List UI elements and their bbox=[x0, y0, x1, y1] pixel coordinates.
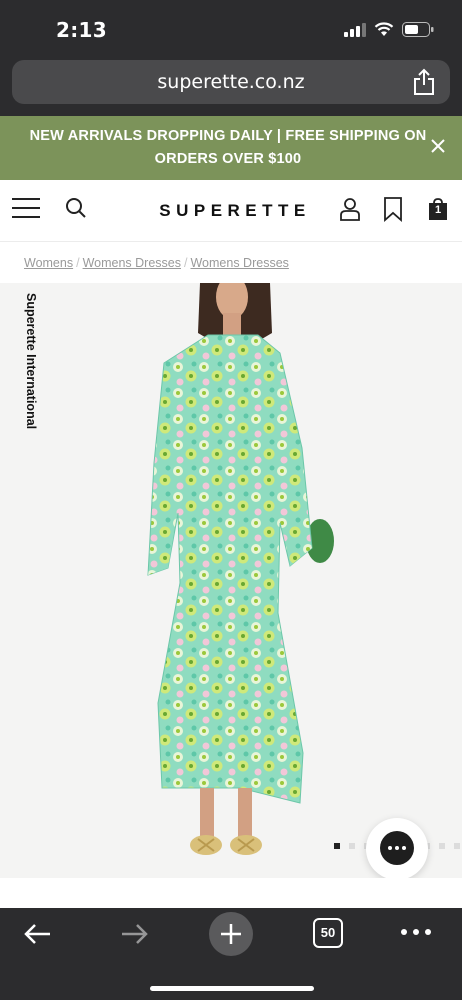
status-time: 2:13 bbox=[56, 18, 107, 42]
breadcrumb-link-womens[interactable]: Womens bbox=[24, 256, 73, 270]
more-icon[interactable] bbox=[400, 928, 432, 936]
carousel-dot[interactable] bbox=[454, 843, 460, 849]
tabs-button[interactable]: 50 bbox=[313, 918, 343, 948]
status-icons bbox=[344, 22, 434, 37]
wifi-icon bbox=[374, 22, 394, 36]
breadcrumb-separator: / bbox=[76, 256, 80, 270]
browser-toolbar: 50 bbox=[0, 908, 462, 1000]
forward-arrow-icon[interactable] bbox=[118, 920, 150, 948]
browser-address-area: superette.co.nz bbox=[0, 58, 462, 116]
carousel-dot[interactable] bbox=[439, 843, 445, 849]
url-text[interactable]: superette.co.nz bbox=[12, 71, 450, 93]
carousel-dot[interactable] bbox=[349, 843, 355, 849]
close-icon[interactable] bbox=[430, 138, 446, 154]
battery-icon bbox=[402, 22, 434, 37]
promo-banner: NEW ARRIVALS DROPPING DAILY | FREE SHIPP… bbox=[0, 116, 462, 180]
product-brand-label: Superette International bbox=[8, 293, 42, 429]
back-arrow-icon[interactable] bbox=[22, 920, 54, 948]
breadcrumb-link-womens-dresses[interactable]: Womens Dresses bbox=[83, 256, 181, 270]
promo-text: NEW ARRIVALS DROPPING DAILY | FREE SHIPP… bbox=[29, 128, 427, 167]
product-brand-text: Superette International bbox=[24, 293, 38, 430]
breadcrumb-link-womens-dresses-current[interactable]: Womens Dresses bbox=[190, 256, 288, 270]
new-tab-button[interactable] bbox=[209, 912, 253, 956]
wishlist-bookmark-icon[interactable] bbox=[382, 196, 404, 222]
product-image-gallery[interactable]: Superette International bbox=[0, 283, 462, 878]
chat-icon bbox=[380, 831, 414, 865]
cellular-signal-icon bbox=[344, 22, 366, 37]
status-bar: 2:13 bbox=[0, 0, 462, 58]
cart-count-badge: 1 bbox=[434, 204, 442, 216]
home-indicator bbox=[150, 986, 314, 991]
plus-icon bbox=[221, 924, 241, 944]
breadcrumb: Womens / Womens Dresses / Womens Dresses bbox=[0, 242, 462, 283]
site-header: SUPERETTE 1 bbox=[0, 180, 462, 242]
account-icon[interactable] bbox=[338, 196, 362, 222]
address-bar[interactable]: superette.co.nz bbox=[12, 60, 450, 104]
carousel-dot[interactable] bbox=[334, 843, 340, 849]
breadcrumb-separator: / bbox=[184, 256, 188, 270]
share-icon[interactable] bbox=[412, 68, 436, 96]
product-photo[interactable] bbox=[120, 283, 350, 878]
chat-button[interactable] bbox=[366, 818, 428, 878]
cart-bag-icon[interactable]: 1 bbox=[426, 196, 450, 222]
product-details-start bbox=[0, 878, 462, 908]
